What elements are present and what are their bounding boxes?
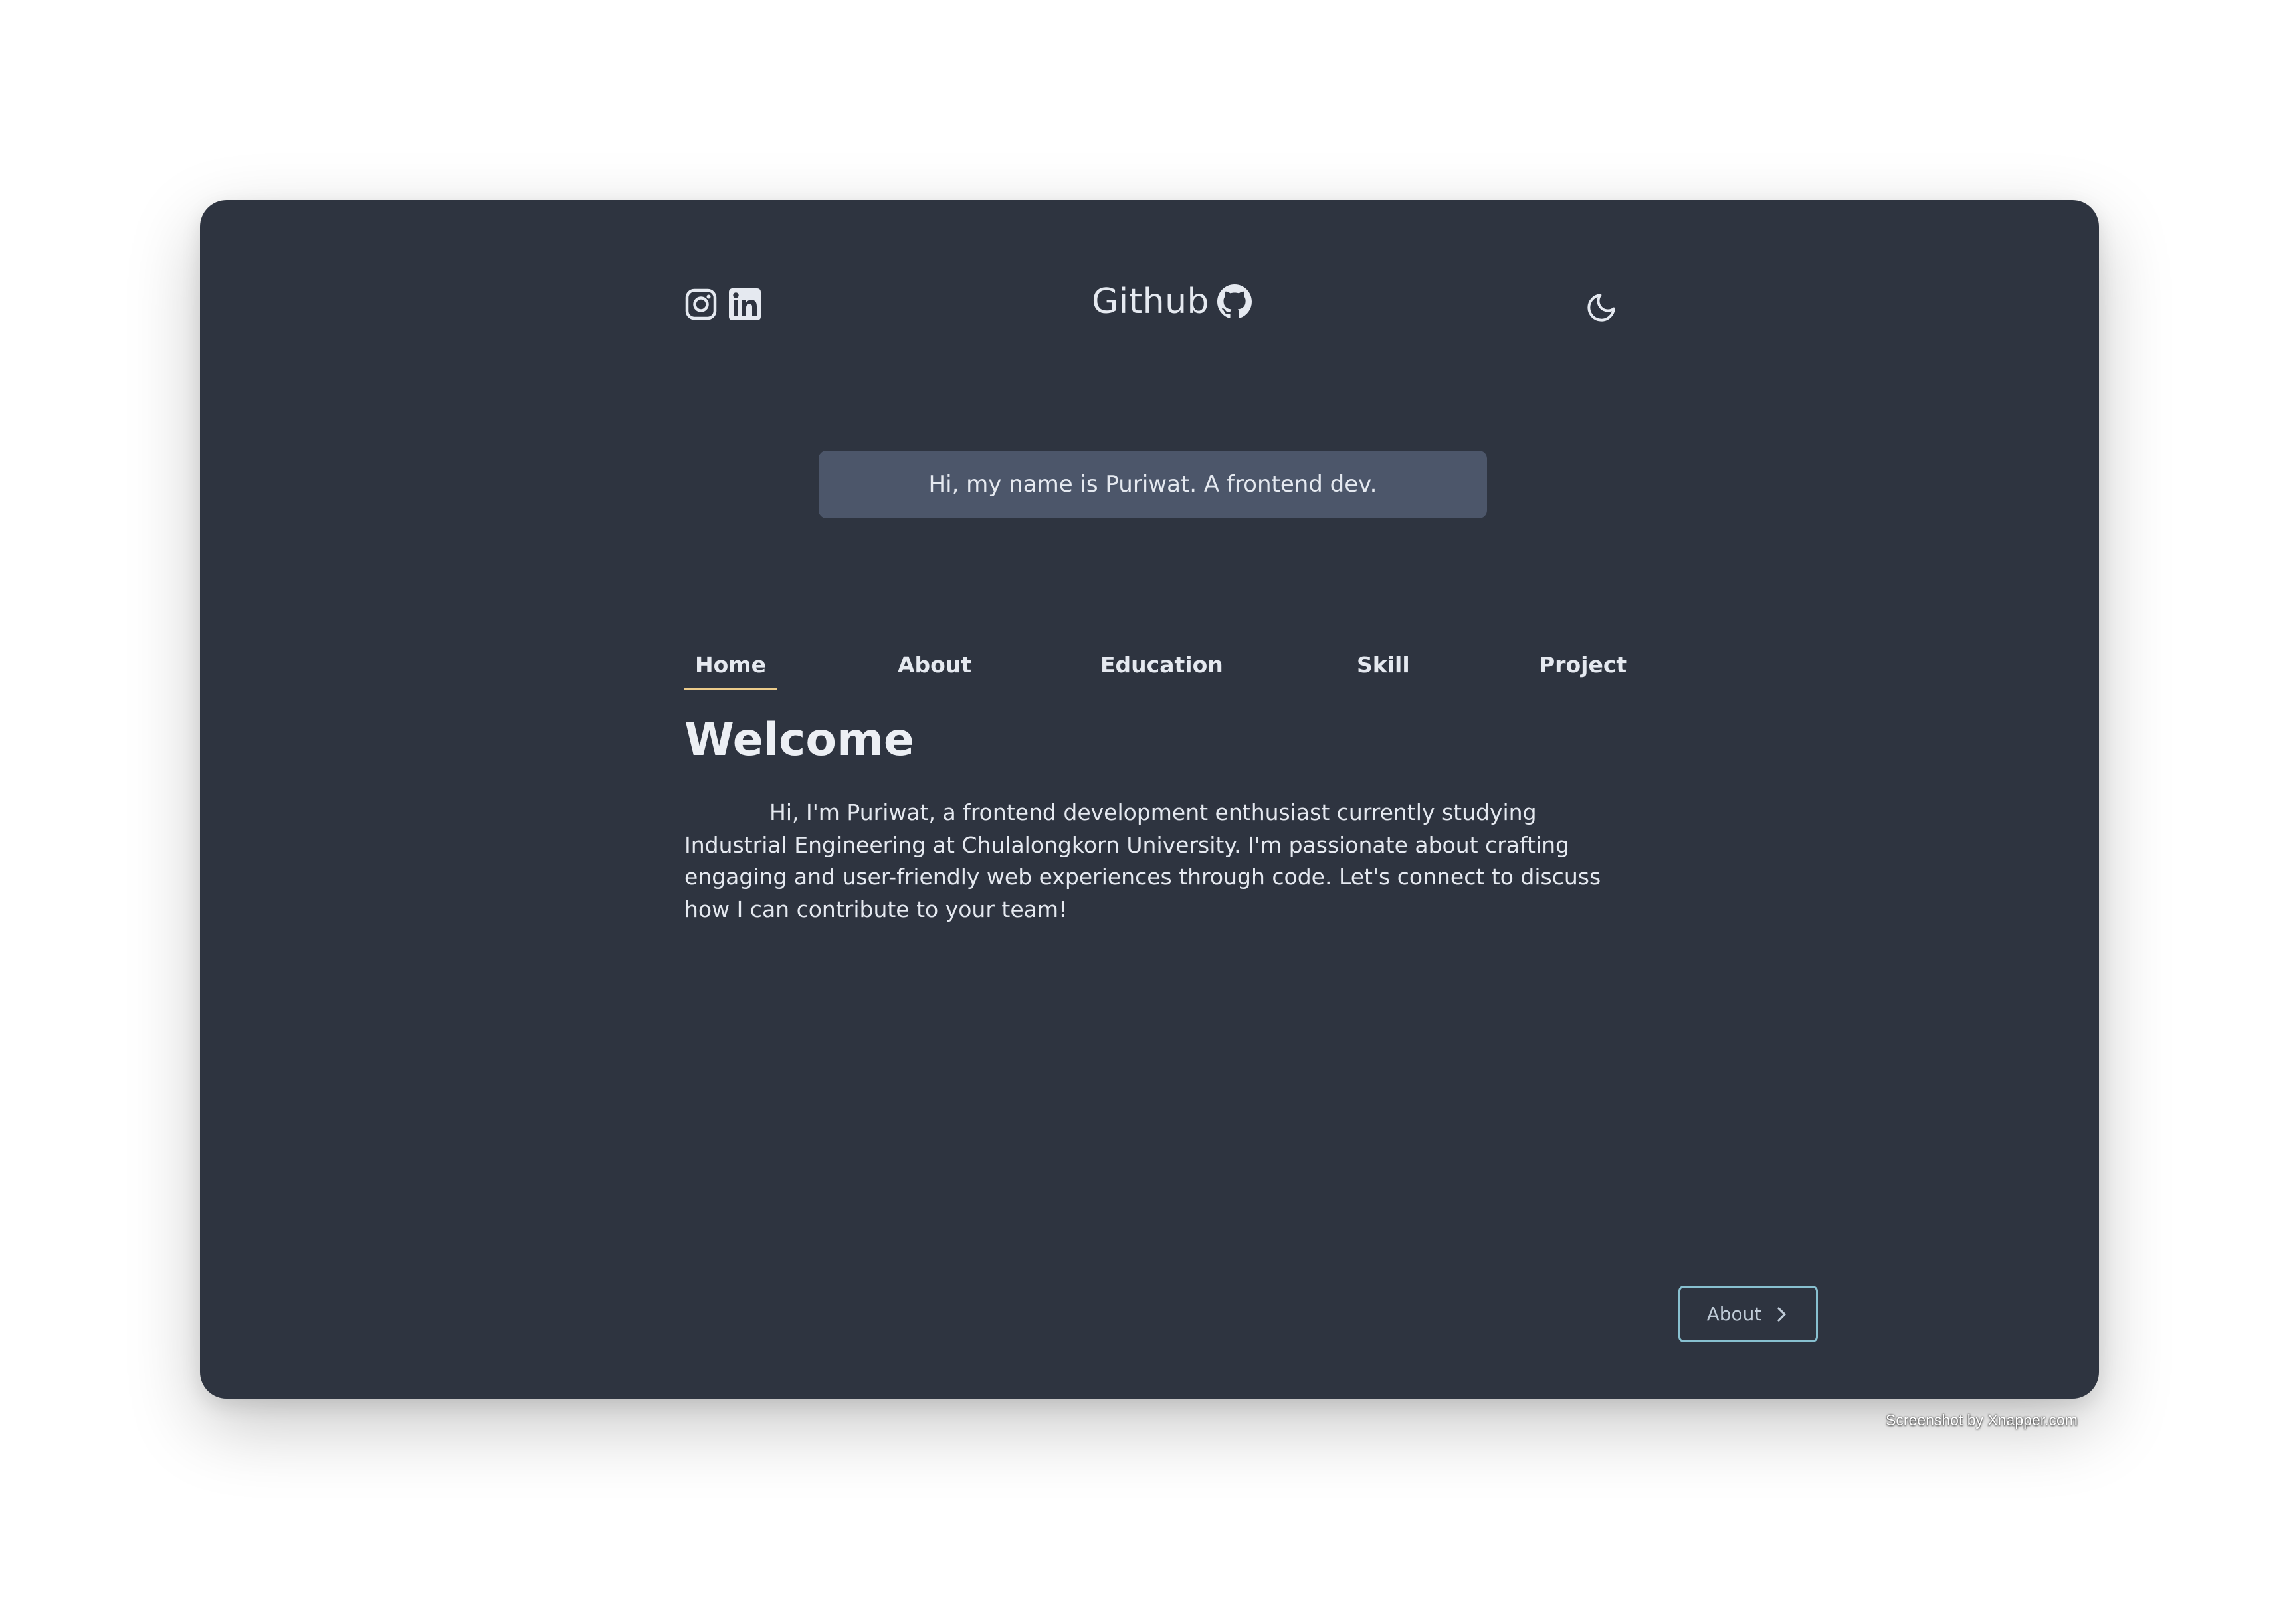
watermark: Screenshot by Xnapper.com	[1886, 1411, 2078, 1429]
tab-project[interactable]: Project	[1528, 645, 1637, 690]
tab-skill[interactable]: Skill	[1346, 645, 1421, 690]
github-link[interactable]: Github	[1092, 284, 1252, 319]
instagram-link[interactable]	[684, 287, 718, 322]
social-links	[684, 287, 761, 322]
welcome-title: Welcome	[684, 714, 915, 766]
welcome-body: Hi, I'm Puriwat, a frontend development …	[684, 799, 1601, 922]
tab-nav: Home About Education Skill Project	[684, 645, 1628, 692]
linkedin-link[interactable]	[728, 287, 761, 322]
github-label: Github	[1092, 282, 1210, 322]
tab-education[interactable]: Education	[1090, 645, 1234, 690]
github-icon	[1217, 284, 1252, 318]
instagram-icon	[685, 288, 717, 320]
main-content: Github Hi, my name is Puriwat. A fronten…	[684, 200, 1821, 1399]
intro-text: Hi, my name is Puriwat. A frontend dev.	[928, 471, 1377, 498]
next-button-label: About	[1706, 1303, 1762, 1325]
app-window: Github Hi, my name is Puriwat. A fronten…	[200, 200, 2099, 1399]
page-canvas: Github Hi, my name is Puriwat. A fronten…	[0, 0, 2287, 1624]
linkedin-icon	[729, 288, 761, 320]
next-section-button[interactable]: About	[1678, 1286, 1818, 1342]
chevron-right-icon	[1777, 1306, 1786, 1322]
tab-about[interactable]: About	[887, 645, 982, 690]
theme-toggle[interactable]	[1581, 288, 1621, 328]
tab-home[interactable]: Home	[684, 645, 777, 690]
intro-banner: Hi, my name is Puriwat. A frontend dev.	[819, 451, 1487, 518]
moon-icon	[1587, 294, 1615, 322]
